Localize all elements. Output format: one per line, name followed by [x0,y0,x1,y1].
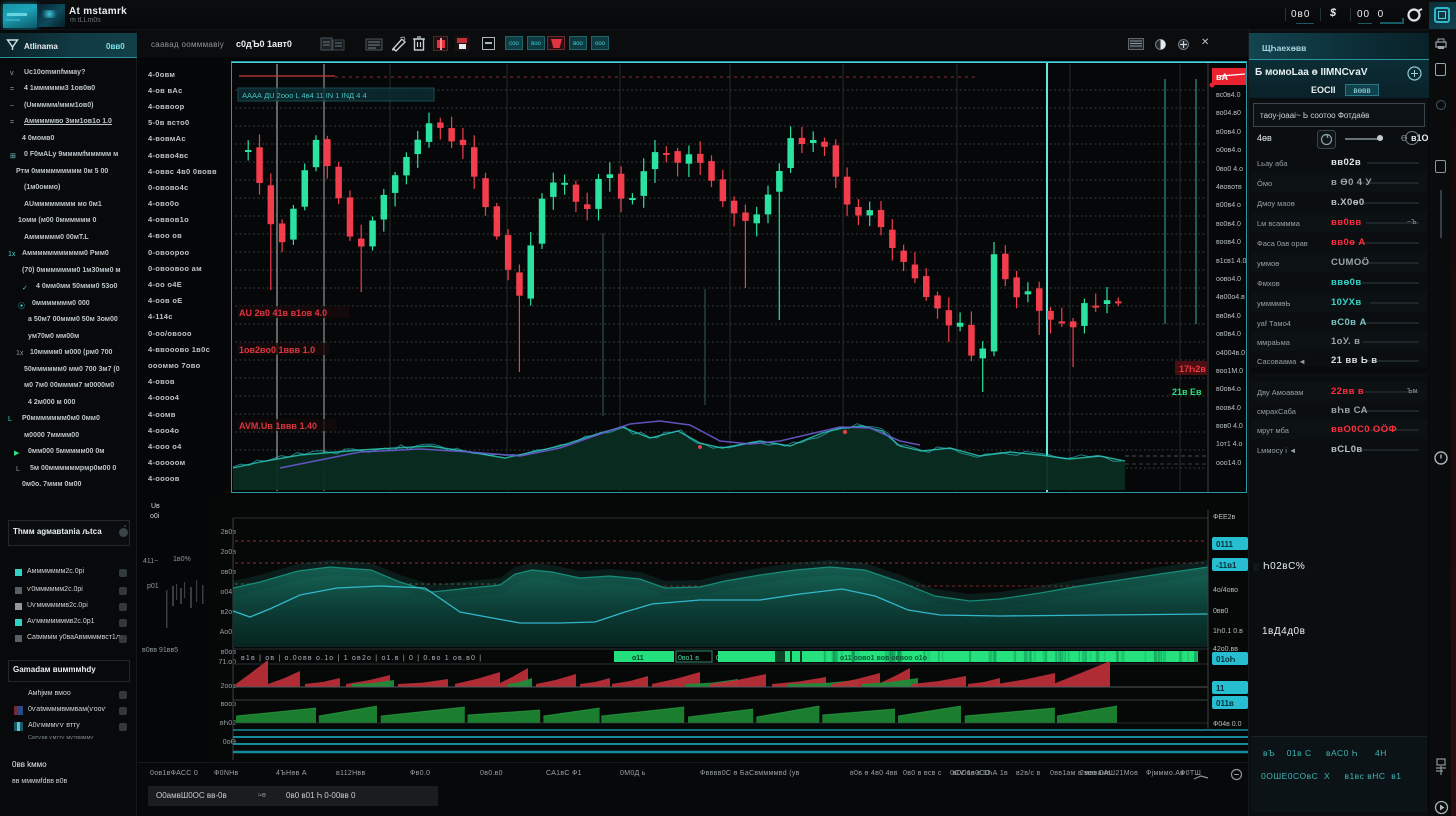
svg-text:в0ов: в0ов [221,649,237,656]
svg-text:4в00о4.в: 4в00о4.в [1216,294,1245,301]
svg-text:вА: вА [1216,72,1229,82]
svg-text:вов0 4.0: вов0 4.0 [1216,423,1243,430]
svg-text:о0ов4.о: о0ов4.о [1216,147,1241,154]
svg-text:1от1 4.о: 1от1 4.о [1216,441,1243,448]
svg-text:АААА ДU 2ооо L 4в4 11 ІN 1 ІNД: АААА ДU 2ооо L 4в4 11 ІN 1 ІNД 4 4 [242,91,367,100]
svg-text:2о0в: 2о0в [221,549,237,556]
svg-text:воов4.0: воов4.0 [1216,405,1241,412]
svg-text:оово4.0: оово4.0 [1216,276,1241,283]
svg-text:во0в4.0: во0в4.0 [1216,221,1241,228]
svg-text:ФЕЕ2в: ФЕЕ2в [1213,514,1236,521]
svg-text:в1св1 4.0: в1св1 4.0 [1216,258,1247,265]
svg-text:2в0в: 2в0в [221,529,237,536]
svg-text:о4004в.0: о4004в.0 [1216,350,1245,357]
svg-text:01оҺ: 01оҺ [1216,655,1236,664]
svg-text:в0ов4.0: в0ов4.0 [1216,129,1241,136]
svg-text:о11: о11 [632,655,644,662]
svg-text:вс0в4.0: вс0в4.0 [1216,92,1241,99]
svg-text:в0ов4.о: в0ов4.о [1216,386,1241,393]
svg-text:воов4.0: воов4.0 [1216,239,1241,246]
svg-text:Ф04в 0.0: Ф04в 0.0 [1213,721,1242,728]
svg-text:AVМ.Uв 1ввв 1.40: AVМ.Uв 1ввв 1.40 [239,421,317,431]
svg-text:0111: 0111 [1216,540,1233,549]
svg-text:в1в | ов | о.0овв о.1о | 1 ов2: в1в | ов | о.0овв о.1о | 1 ов2о | о1.в |… [241,655,482,662]
svg-text:21в Ев: 21в Ев [1172,387,1202,397]
svg-text:воо1М.0: воо1М.0 [1216,368,1243,375]
svg-text:1Һ0.1 0.в: 1Һ0.1 0.в [1213,628,1243,635]
svg-text:ов0в: ов0в [221,569,237,576]
svg-text:11: 11 [1216,684,1225,693]
svg-text:42о0.вв: 42о0.вв [1213,646,1238,653]
svg-text:ов0в4.0: ов0в4.0 [1216,331,1241,338]
svg-text:1ов2во0 1ввв 1.0: 1ов2во0 1ввв 1.0 [239,345,315,355]
svg-text:011в: 011в [1216,699,1234,708]
svg-text:вооо: вооо [221,701,236,708]
svg-text:о11 оово1 вов оввоо о1о: о11 оово1 вов оввоо о1о [840,655,927,662]
svg-text:0во0 4.о: 0во0 4.о [1216,166,1243,173]
svg-text:0во1 в: 0во1 в [678,655,699,662]
svg-text:4о/4ово: 4о/4ово [1213,587,1238,594]
svg-text:4вовотв: 4вовотв [1216,184,1242,191]
svg-text:AU 2в0 41в в1ов 4.0: AU 2в0 41в в1ов 4.0 [239,308,327,318]
svg-text:во04.в0: во04.в0 [1216,110,1241,117]
svg-text:-11в1: -11в1 [1216,561,1237,570]
svg-text:в00в4 о: в00в4 о [1216,202,1241,209]
svg-text:17Һ2в: 17Һ2в [1179,364,1206,374]
svg-text:вв0в4.0: вв0в4.0 [1216,313,1241,320]
svg-text:ооо14.0: ооо14.0 [1216,460,1241,467]
svg-text:0вв0: 0вв0 [1213,608,1228,615]
